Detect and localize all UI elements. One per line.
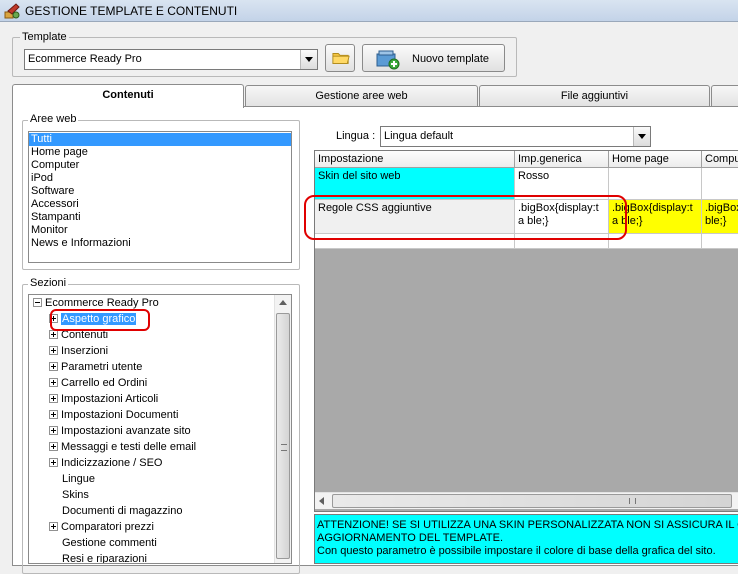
tree-item-label: Gestione commenti bbox=[62, 537, 157, 549]
tree-item[interactable]: Inserzioni bbox=[49, 343, 291, 359]
info-message: ATTENZIONE! SE SI UTILIZZA UNA SKIN PERS… bbox=[314, 514, 738, 564]
lingua-label: Lingua : bbox=[336, 130, 376, 142]
tree-item[interactable]: Skins bbox=[49, 487, 291, 503]
expand-icon[interactable] bbox=[49, 442, 58, 451]
expand-icon[interactable] bbox=[49, 426, 58, 435]
chevron-down-icon[interactable] bbox=[633, 127, 650, 146]
lingua-select-value: Lingua default bbox=[384, 130, 454, 142]
tree-item[interactable]: Gestione commenti bbox=[49, 535, 291, 551]
sezioni-tree[interactable]: Ecommerce Ready Pro Aspetto grafico Cont… bbox=[28, 294, 292, 564]
expand-icon[interactable] bbox=[49, 522, 58, 531]
list-item[interactable]: Tutti bbox=[29, 133, 291, 146]
scroll-thumb[interactable] bbox=[276, 313, 290, 559]
list-item[interactable]: Monitor bbox=[29, 224, 291, 237]
scroll-thumb[interactable] bbox=[332, 494, 732, 508]
list-item[interactable]: Accessori bbox=[29, 198, 291, 211]
tree-item[interactable]: Comparatori prezzi bbox=[49, 519, 291, 535]
expand-icon[interactable] bbox=[49, 378, 58, 387]
grid-hscrollbar[interactable] bbox=[315, 492, 738, 509]
window-title: GESTIONE TEMPLATE E CONTENUTI bbox=[25, 4, 238, 18]
lingua-select[interactable]: Lingua default bbox=[380, 126, 651, 147]
list-item[interactable]: Software bbox=[29, 185, 291, 198]
folder-icon bbox=[332, 53, 350, 64]
tab-file-aggiuntivi[interactable]: File aggiuntivi bbox=[479, 85, 710, 106]
grid-header-home-page[interactable]: Home page bbox=[609, 151, 702, 168]
tree-item-label: Parametri utente bbox=[61, 361, 143, 373]
list-item[interactable]: iPod bbox=[29, 172, 291, 185]
tree-item-label: Indicizzazione / SEO bbox=[61, 457, 163, 469]
expand-icon[interactable] bbox=[49, 330, 58, 339]
tree-item[interactable]: Indicizzazione / SEO bbox=[49, 455, 291, 471]
tree-item[interactable]: Resi e riparazioni bbox=[49, 551, 291, 563]
tree-item-label: Messaggi e testi delle email bbox=[61, 441, 197, 453]
new-template-label: Nuovo template bbox=[412, 53, 490, 65]
template-group-legend: Template bbox=[20, 31, 69, 43]
open-folder-button[interactable] bbox=[325, 44, 355, 72]
sezioni-legend: Sezioni bbox=[28, 277, 69, 289]
tree-item[interactable]: Impostazioni Documenti bbox=[49, 407, 291, 423]
tree-scrollbar[interactable] bbox=[274, 295, 291, 563]
tree-item-label: Lingue bbox=[62, 473, 96, 485]
tree-item-label: Skins bbox=[62, 489, 89, 501]
grid-cell-text: .bigBox ble;} bbox=[705, 202, 738, 227]
app-tools-icon bbox=[4, 3, 20, 19]
expand-icon[interactable] bbox=[49, 394, 58, 403]
tree-root-label: Ecommerce Ready Pro bbox=[45, 297, 159, 309]
tree-item[interactable]: Messaggi e testi delle email bbox=[49, 439, 291, 455]
tree-item[interactable]: Documenti di magazzino bbox=[49, 503, 291, 519]
new-template-icon bbox=[376, 50, 400, 70]
grid-cell-computer[interactable] bbox=[702, 168, 738, 200]
chevron-down-icon[interactable] bbox=[300, 50, 317, 69]
scroll-up-icon[interactable] bbox=[275, 295, 291, 311]
grid-header-imp-generica[interactable]: Imp.generica bbox=[515, 151, 609, 168]
expand-icon[interactable] bbox=[49, 410, 58, 419]
tree-item-label: Comparatori prezzi bbox=[61, 521, 154, 533]
tree-item[interactable]: Carrello ed Ordini bbox=[49, 375, 291, 391]
expand-icon[interactable] bbox=[49, 362, 58, 371]
info-line-3: Con questo parametro è possibile imposta… bbox=[317, 545, 716, 557]
tree-item[interactable]: Impostazioni Articoli bbox=[49, 391, 291, 407]
title-bar[interactable]: GESTIONE TEMPLATE E CONTENUTI bbox=[0, 0, 738, 22]
list-item[interactable]: Stampanti bbox=[29, 211, 291, 224]
tab-more[interactable] bbox=[711, 85, 738, 106]
tree-item-label: Documenti di magazzino bbox=[62, 505, 183, 517]
new-template-button[interactable]: Nuovo template bbox=[362, 44, 505, 72]
aree-web-list[interactable]: Tutti Home page Computer iPod Software A… bbox=[28, 131, 292, 263]
scroll-left-icon[interactable] bbox=[319, 497, 324, 505]
expand-icon[interactable] bbox=[49, 458, 58, 467]
grid-header-impostazione[interactable]: Impostazione bbox=[315, 151, 515, 168]
grid-cell-home[interactable] bbox=[609, 168, 702, 200]
tab-gestione-aree-web[interactable]: Gestione aree web bbox=[245, 85, 478, 106]
tree-item-label: Impostazioni Documenti bbox=[61, 409, 179, 421]
grid-cell-computer[interactable]: .bigBox ble;} bbox=[702, 200, 738, 234]
annotation-ring-aspetto bbox=[50, 309, 150, 331]
tab-contenuti[interactable]: Contenuti bbox=[12, 84, 244, 108]
aree-web-legend: Aree web bbox=[28, 113, 79, 125]
annotation-ring-css bbox=[304, 195, 627, 240]
tree-item-label: Impostazioni avanzate sito bbox=[61, 425, 191, 437]
grid-cell-empty[interactable] bbox=[702, 234, 738, 249]
list-item[interactable]: Computer bbox=[29, 159, 291, 172]
collapse-icon[interactable] bbox=[33, 298, 42, 307]
tree-item-label: Impostazioni Articoli bbox=[61, 393, 159, 405]
grid-header-computer[interactable]: Compu bbox=[702, 151, 738, 168]
template-select-value: Ecommerce Ready Pro bbox=[28, 53, 142, 65]
tree-item-label: Inserzioni bbox=[61, 345, 109, 357]
expand-icon[interactable] bbox=[49, 346, 58, 355]
info-line-1: ATTENZIONE! SE SI UTILIZZA UNA SKIN PERS… bbox=[317, 519, 738, 531]
template-select[interactable]: Ecommerce Ready Pro bbox=[24, 49, 318, 70]
list-item[interactable]: News e Informazioni bbox=[29, 237, 291, 250]
tree-item[interactable]: Parametri utente bbox=[49, 359, 291, 375]
tree-item-label: Carrello ed Ordini bbox=[61, 377, 148, 389]
tree-item[interactable]: Impostazioni avanzate sito bbox=[49, 423, 291, 439]
info-line-2: AGGIORNAMENTO DEL TEMPLATE. bbox=[317, 532, 504, 544]
tree-item[interactable]: Lingue bbox=[49, 471, 291, 487]
list-item[interactable]: Home page bbox=[29, 146, 291, 159]
